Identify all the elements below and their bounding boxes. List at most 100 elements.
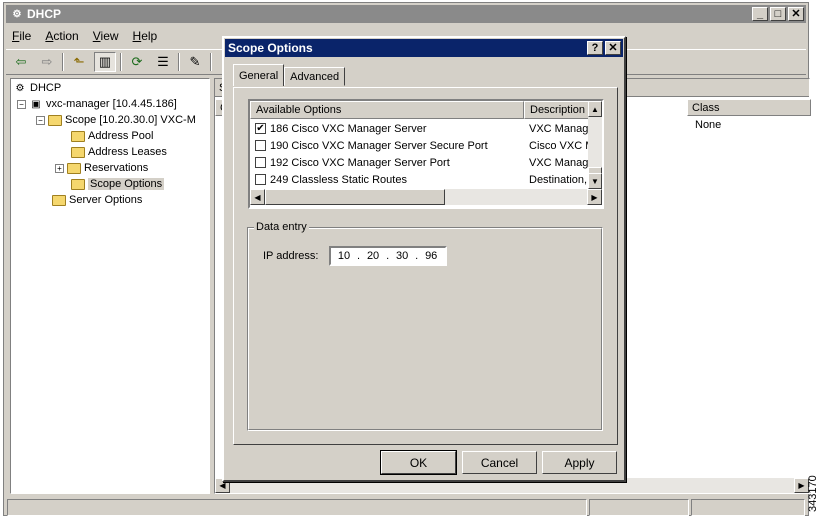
scroll-track[interactable] [445, 189, 587, 205]
tree-server-options[interactable]: Server Options [52, 192, 142, 208]
option-row-190[interactable]: 190 Cisco VXC Manager Server Secure Port… [250, 137, 589, 154]
main-window-title: DHCP [27, 7, 62, 21]
tree-root-label: DHCP [30, 82, 62, 94]
properties-icon[interactable]: ✎ [184, 52, 206, 72]
tree-root-dhcp[interactable]: ⚙ DHCP [13, 80, 62, 96]
close-button[interactable]: ✕ [788, 7, 804, 21]
tree-item-label: Scope Options [88, 178, 165, 190]
back-arrow-icon[interactable]: ⇦ [10, 52, 32, 72]
tree-server-label: vxc-manager [10.4.45.186] [46, 98, 177, 110]
scroll-thumb[interactable] [265, 189, 445, 205]
show-hide-tree-icon[interactable]: ▥ [94, 52, 116, 72]
option-description: VXC Manag [529, 122, 589, 135]
tab-general[interactable]: General [233, 64, 285, 86]
menu-view-label: iew [100, 29, 119, 43]
menu-help[interactable]: Help [133, 29, 158, 43]
folder-icon [52, 194, 66, 206]
column-header-available-options[interactable]: Available Options [250, 101, 524, 119]
dialog-help-button[interactable]: ? [587, 41, 603, 55]
checkbox-unchecked[interactable] [255, 157, 266, 168]
menu-view[interactable]: View [93, 29, 119, 43]
ip-octet-1[interactable]: 10 [331, 250, 357, 262]
option-description: Destination, [529, 173, 588, 186]
general-tab-panel: Available Options Description ▲ ✔ 186 Ci… [233, 87, 618, 445]
ip-address-label-text: IP address: [263, 250, 319, 262]
option-description: VXC Manag [529, 156, 589, 169]
tree-server[interactable]: − ▣ vxc-manager [10.4.45.186] [17, 96, 177, 112]
class-value: None [695, 119, 722, 131]
dhcp-icon: ⚙ [15, 82, 25, 94]
export-list-icon[interactable]: ☰ [152, 52, 174, 72]
tree-item-label: Address Leases [88, 146, 167, 158]
scroll-right-icon[interactable]: ▶ [587, 189, 602, 205]
minimize-button[interactable]: _ [752, 7, 768, 21]
toolbar-separator [120, 53, 122, 71]
scroll-up-icon[interactable]: ▲ [588, 101, 602, 117]
checkbox-checked[interactable]: ✔ [255, 123, 266, 134]
tree-item-address-leases[interactable]: Address Leases [71, 144, 167, 160]
list-vertical-scrollbar[interactable]: ▼ [588, 117, 602, 189]
available-options-list[interactable]: Available Options Description ▲ ✔ 186 Ci… [248, 99, 604, 209]
toolbar-separator [62, 53, 64, 71]
checkbox-unchecked[interactable] [255, 140, 266, 151]
dialog-tabs: General Advanced [233, 64, 346, 86]
checkbox-unchecked[interactable] [255, 174, 266, 185]
option-label: 186 Cisco VXC Manager Server [270, 122, 427, 135]
menu-action[interactable]: Action [45, 29, 78, 43]
status-panel [691, 499, 805, 516]
dialog-title-buttons: ? ✕ [587, 41, 621, 55]
option-row-186[interactable]: ✔ 186 Cisco VXC Manager Server VXC Manag [250, 120, 589, 137]
maximize-button[interactable]: □ [770, 7, 786, 21]
figure-caption-number: 343170 [807, 475, 819, 512]
column-header-description[interactable]: Description [524, 101, 590, 119]
option-row-192[interactable]: 192 Cisco VXC Manager Server Port VXC Ma… [250, 154, 589, 171]
ip-octet-3[interactable]: 30 [389, 250, 415, 262]
status-panel [589, 499, 689, 516]
up-folder-icon[interactable]: ⬑ [68, 52, 90, 72]
console-tree: ⚙ DHCP − ▣ vxc-manager [10.4.45.186] − S… [10, 78, 210, 494]
collapse-icon[interactable]: − [36, 115, 45, 125]
dialog-titlebar[interactable]: Scope Options ? ✕ [225, 39, 623, 57]
ok-button[interactable]: OK [380, 450, 457, 475]
option-label: 192 Cisco VXC Manager Server Port [270, 156, 450, 169]
ip-address-field[interactable]: 10. 20. 30. 96 [329, 246, 447, 266]
menu-file-label: ile [19, 29, 32, 43]
list-horizontal-scrollbar[interactable]: ◀ ▶ [250, 189, 602, 205]
option-label: 190 Cisco VXC Manager Server Secure Port [270, 139, 488, 152]
main-titlebar[interactable]: ⚙ DHCP _ □ ✕ [6, 5, 806, 23]
data-entry-group: Data entry IP address: 10. 20. 30. 96 [247, 221, 603, 431]
column-header-class[interactable]: Class [687, 99, 811, 116]
tree-item-reservations[interactable]: + Reservations [55, 160, 148, 176]
ip-octet-2[interactable]: 20 [360, 250, 386, 262]
scope-options-dialog: Scope Options ? ✕ General Advanced Avail… [222, 36, 626, 482]
tree-item-scope-options[interactable]: Scope Options [71, 176, 165, 192]
menu-file[interactable]: File [12, 29, 31, 43]
tree-scope[interactable]: − Scope [10.20.30.0] VXC-M [36, 112, 196, 128]
forward-arrow-icon[interactable]: ⇨ [36, 52, 58, 72]
scope-options-icon [71, 178, 85, 190]
reservations-icon [67, 162, 81, 174]
dialog-title: Scope Options [228, 41, 313, 55]
option-row-249[interactable]: 249 Classless Static Routes Destination, [250, 171, 589, 188]
expand-icon[interactable]: + [55, 163, 64, 173]
collapse-icon[interactable]: − [17, 99, 26, 109]
refresh-icon[interactable]: ⟳ [126, 52, 148, 72]
toolbar-separator [210, 53, 212, 71]
column-header-label: Class [692, 101, 720, 114]
tree-scope-label: Scope [10.20.30.0] VXC-M [65, 114, 196, 126]
dialog-close-button[interactable]: ✕ [605, 41, 621, 55]
tree-item-label: Address Pool [88, 130, 154, 142]
scroll-left-icon[interactable]: ◀ [250, 189, 265, 205]
option-label: 249 Classless Static Routes [270, 173, 407, 186]
apply-button[interactable]: Apply [542, 451, 617, 474]
scroll-down-icon[interactable]: ▼ [588, 173, 602, 189]
menu-action-label: ction [53, 29, 79, 43]
data-entry-legend: Data entry [254, 221, 309, 233]
tab-advanced[interactable]: Advanced [284, 67, 346, 86]
ip-octet-4[interactable]: 96 [418, 250, 444, 262]
tree-item-address-pool[interactable]: Address Pool [71, 128, 153, 144]
folder-icon [48, 114, 62, 126]
status-bar [7, 499, 805, 516]
status-panel [7, 499, 587, 516]
cancel-button[interactable]: Cancel [462, 451, 537, 474]
